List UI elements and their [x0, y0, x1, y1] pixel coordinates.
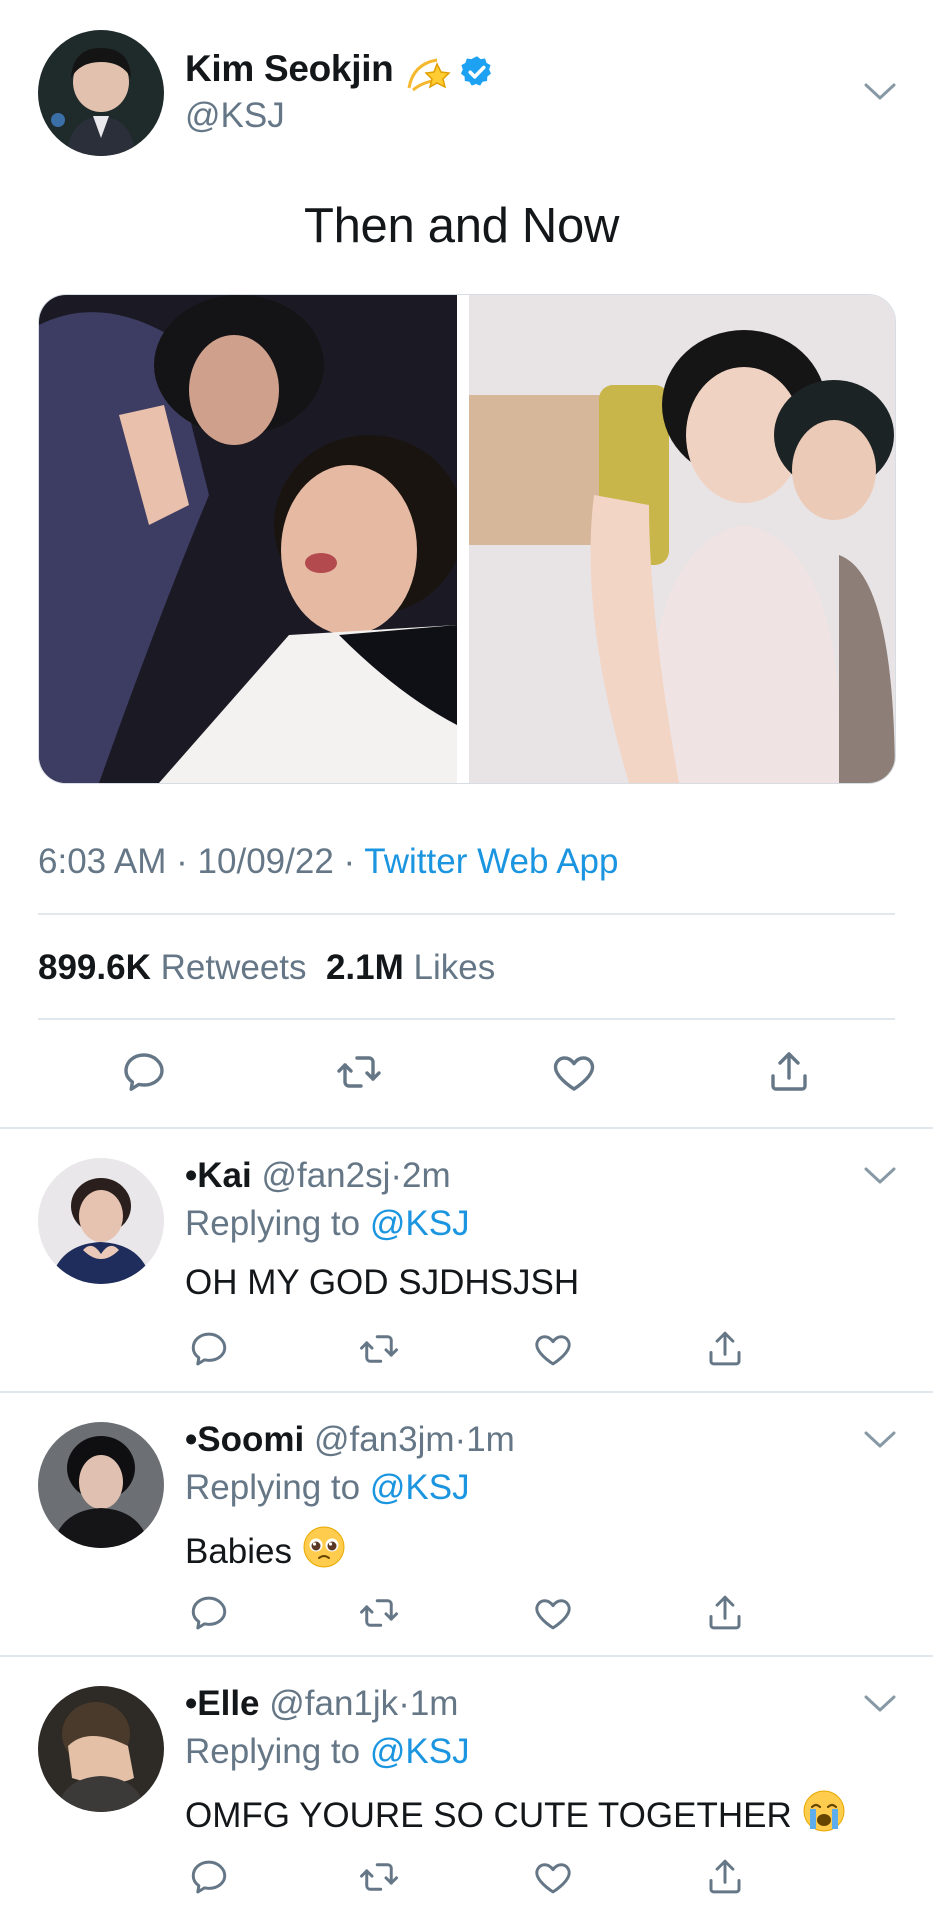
divider — [0, 1127, 933, 1129]
share-icon[interactable] — [704, 1856, 746, 1898]
chevron-down-icon[interactable] — [862, 80, 898, 104]
reply-author-handle[interactable]: @fan1jk — [269, 1684, 398, 1723]
reply-author-handle[interactable]: @fan2sj — [261, 1156, 390, 1195]
tweet-stats: 899.6K Retweets 2.1M Likes — [38, 948, 495, 988]
reply-author-name[interactable]: •Soomi — [185, 1420, 304, 1459]
tweet-date: 10/09/22 — [197, 842, 334, 881]
replying-to: Replying to @KSJ — [185, 1204, 470, 1244]
likes-count: 2.1M — [325, 948, 404, 987]
likes-label: Likes — [413, 948, 496, 987]
reply-text: OH MY GOD SJDHSJSH — [185, 1263, 579, 1303]
like-icon[interactable] — [532, 1856, 574, 1898]
like-icon[interactable] — [532, 1328, 574, 1370]
dizzy-star-emoji — [403, 50, 451, 99]
reply-icon[interactable] — [188, 1592, 230, 1634]
reply-time: 1m — [409, 1684, 459, 1723]
reply-icon[interactable] — [188, 1856, 230, 1898]
reply-avatar[interactable] — [38, 1158, 164, 1284]
reply-text: Babies — [185, 1525, 346, 1578]
reply-time: 2m — [402, 1156, 451, 1195]
retweet-icon[interactable] — [358, 1856, 400, 1898]
author-name[interactable]: Kim Seokjin — [185, 48, 394, 90]
author-badges — [403, 50, 495, 99]
replying-to: Replying to @KSJ — [185, 1732, 470, 1772]
reply-header: •Soomi @fan3jm·1m — [185, 1420, 515, 1460]
retweets-count: 899.6K — [38, 948, 151, 987]
divider — [0, 1391, 933, 1393]
reply-icon[interactable] — [120, 1048, 168, 1096]
chevron-down-icon[interactable] — [862, 1428, 898, 1452]
author-avatar[interactable] — [38, 30, 164, 156]
mention-link[interactable]: @KSJ — [370, 1204, 470, 1243]
meta-separator: · — [343, 842, 356, 881]
chevron-down-icon[interactable] — [862, 1164, 898, 1188]
replying-prefix: Replying to — [185, 1204, 361, 1243]
reply-author-name[interactable]: •Kai — [185, 1156, 252, 1195]
tweet-time: 6:03 AM — [38, 842, 167, 881]
share-icon[interactable] — [704, 1592, 746, 1634]
separator-dot: · — [454, 1420, 467, 1459]
reply-icon[interactable] — [188, 1328, 230, 1370]
reply-text: OMFG YOURE SO CUTE TOGETHER — [185, 1789, 846, 1842]
separator-dot: · — [398, 1684, 410, 1723]
share-icon[interactable] — [704, 1328, 746, 1370]
retweets-label: Retweets — [160, 948, 307, 987]
reply-header: •Kai @fan2sj·2m — [185, 1156, 451, 1196]
retweet-icon[interactable] — [358, 1592, 400, 1634]
replying-prefix: Replying to — [185, 1732, 361, 1771]
pleading-face-emoji — [302, 1525, 346, 1578]
likes-stat[interactable]: 2.1M Likes — [326, 948, 495, 987]
media-photo-then[interactable] — [39, 295, 464, 783]
mention-link[interactable]: @KSJ — [370, 1468, 470, 1507]
reply-text-content: OH MY GOD SJDHSJSH — [185, 1263, 580, 1302]
tweet-source-link[interactable]: Twitter Web App — [364, 842, 618, 881]
reply-text-content: Babies — [185, 1531, 293, 1571]
reply-avatar[interactable] — [38, 1686, 164, 1812]
media-photo-now[interactable] — [469, 295, 895, 783]
reply-author-name[interactable]: •Elle — [185, 1684, 260, 1723]
divider — [38, 913, 895, 915]
reply-author-handle[interactable]: @fan3jm — [314, 1420, 455, 1459]
retweets-stat[interactable]: 899.6K Retweets — [38, 948, 307, 987]
separator-dot: · — [390, 1156, 403, 1195]
reply-time: 1m — [466, 1420, 515, 1459]
tweet-text: Then and Now — [303, 199, 620, 253]
crying-face-emoji — [802, 1789, 846, 1842]
replying-prefix: Replying to — [185, 1468, 361, 1507]
reply-header: •Elle @fan1jk·1m — [185, 1684, 458, 1724]
replying-to: Replying to @KSJ — [185, 1468, 470, 1508]
like-icon[interactable] — [550, 1048, 598, 1096]
retweet-icon[interactable] — [358, 1328, 400, 1370]
like-icon[interactable] — [532, 1592, 574, 1634]
divider — [0, 1655, 933, 1657]
mention-link[interactable]: @KSJ — [370, 1732, 470, 1771]
meta-separator: · — [176, 842, 188, 881]
author-handle[interactable]: @KSJ — [185, 96, 285, 136]
tweet-meta: 6:03 AM · 10/09/22 · Twitter Web App — [38, 842, 618, 882]
reply-avatar[interactable] — [38, 1422, 164, 1548]
share-icon[interactable] — [765, 1048, 813, 1096]
chevron-down-icon[interactable] — [862, 1692, 898, 1716]
verified-badge-icon — [459, 54, 495, 95]
retweet-icon[interactable] — [335, 1048, 383, 1096]
reply-text-content: OMFG YOURE SO CUTE TOGETHER — [185, 1795, 792, 1835]
tweet-media[interactable] — [38, 294, 896, 784]
divider — [38, 1018, 895, 1020]
